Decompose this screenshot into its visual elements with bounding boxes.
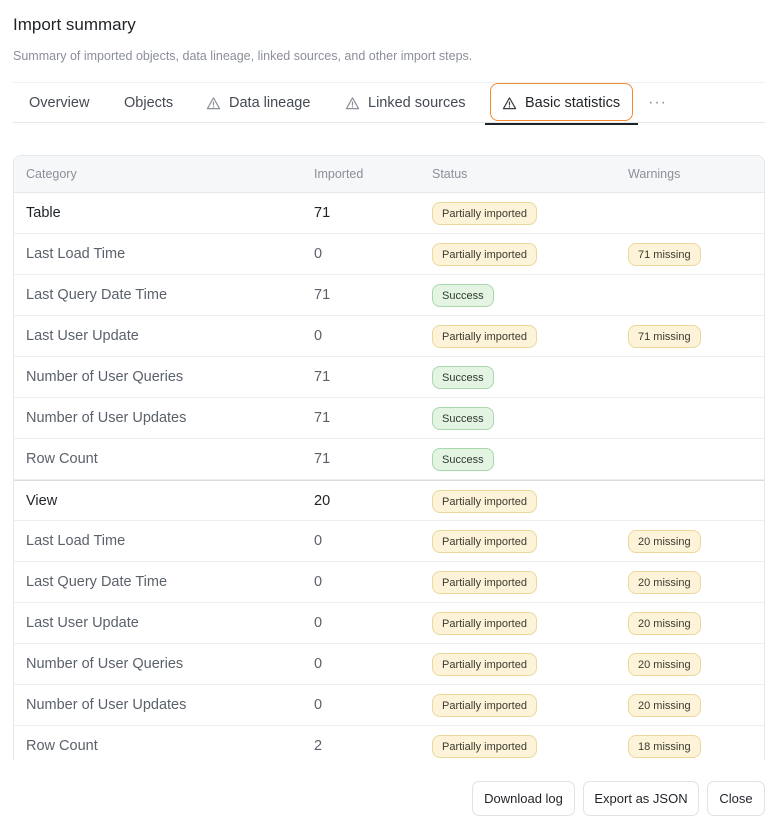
more-tabs-button[interactable]: ··· bbox=[648, 83, 667, 123]
table-body: Table 71 Partially imported Last Load Time 0… bbox=[14, 193, 764, 760]
imported-cell: 0 bbox=[314, 533, 323, 549]
status-badge: Partially imported bbox=[432, 530, 537, 553]
table-row: Last Query Date Time 71 Success bbox=[14, 275, 764, 316]
category-cell: Last Query Date Time bbox=[26, 574, 168, 590]
tab-linked-sources[interactable]: Linked sources bbox=[345, 83, 466, 123]
warning-badge: 18 missing bbox=[628, 735, 701, 758]
category-cell: Row Count bbox=[26, 451, 98, 467]
warning-badge: 71 missing bbox=[628, 325, 701, 348]
column-header-warnings[interactable]: Warnings bbox=[628, 167, 680, 181]
table-group-row: Table 71 Partially imported bbox=[14, 193, 764, 234]
export-json-button[interactable]: Export as JSON bbox=[583, 781, 699, 816]
status-badge: Partially imported bbox=[432, 571, 537, 594]
table-row: Last User Update 0 Partially imported 20 mi… bbox=[14, 603, 764, 644]
column-header-imported[interactable]: Imported bbox=[314, 167, 363, 181]
table-row: Last Query Date Time 0 Partially imported 2… bbox=[14, 562, 764, 603]
status-badge: Partially imported bbox=[432, 202, 537, 225]
dialog-subtitle: Summary of imported objects, data lineag… bbox=[13, 49, 473, 63]
warning-badge: 20 missing bbox=[628, 530, 701, 553]
imported-cell: 0 bbox=[314, 615, 323, 631]
more-icon: ··· bbox=[648, 94, 667, 111]
imported-cell: 71 bbox=[314, 287, 331, 303]
table-row: Row Count 71 Success bbox=[14, 439, 764, 480]
status-badge: Success bbox=[432, 448, 494, 471]
table-row: Number of User Updates 0 Partially importe… bbox=[14, 685, 764, 726]
table-row: Number of User Updates 71 Success bbox=[14, 398, 764, 439]
imported-cell: 0 bbox=[314, 328, 323, 344]
status-badge: Partially imported bbox=[432, 490, 537, 513]
category-cell: Last Query Date Time bbox=[26, 287, 168, 303]
table-row: Number of User Queries 0 Partially importe… bbox=[14, 644, 764, 685]
status-badge: Partially imported bbox=[432, 325, 537, 348]
status-badge: Success bbox=[432, 284, 494, 307]
imported-cell: 0 bbox=[314, 656, 323, 672]
column-header-status[interactable]: Status bbox=[432, 167, 467, 181]
table-row: Last Load Time 0 Partially imported 20 miss… bbox=[14, 521, 764, 562]
table-group-row: View 20 Partially imported bbox=[14, 480, 764, 521]
category-cell: Number of User Queries bbox=[26, 656, 184, 672]
warning-badge: 20 missing bbox=[628, 694, 701, 717]
warning-badge: 71 missing bbox=[628, 243, 701, 266]
category-cell: Row Count bbox=[26, 738, 98, 754]
column-header-category[interactable]: Category bbox=[26, 167, 77, 181]
warning-icon bbox=[206, 96, 221, 109]
tab-objects[interactable]: Objects bbox=[124, 83, 173, 123]
active-tab-indicator bbox=[485, 123, 638, 125]
status-badge: Partially imported bbox=[432, 735, 537, 758]
category-cell: Last User Update bbox=[26, 328, 139, 344]
table-row: Last Load Time 0 Partially imported 71 miss… bbox=[14, 234, 764, 275]
tab-label: Data lineage bbox=[229, 95, 311, 111]
imported-cell: 71 bbox=[314, 451, 331, 467]
status-badge: Success bbox=[432, 407, 494, 430]
tab-label: Overview bbox=[29, 95, 90, 111]
status-badge: Partially imported bbox=[432, 243, 537, 266]
status-badge: Partially imported bbox=[432, 694, 537, 717]
tab-label: Objects bbox=[124, 95, 174, 111]
table-row: Row Count 2 Partially imported 18 missing bbox=[14, 726, 764, 760]
category-cell: Number of User Updates bbox=[26, 697, 187, 713]
focus-ring bbox=[490, 83, 633, 121]
status-badge: Partially imported bbox=[432, 653, 537, 676]
table-row: Number of User Queries 71 Success bbox=[14, 357, 764, 398]
statistics-table: Category Imported Status Warnings Table 7… bbox=[13, 155, 765, 760]
imported-cell: 0 bbox=[314, 574, 323, 590]
imported-cell: 71 bbox=[314, 410, 331, 426]
category-cell: Last User Update bbox=[26, 615, 139, 631]
imported-cell: 2 bbox=[314, 738, 323, 754]
status-badge: Partially imported bbox=[432, 612, 537, 635]
tab-label: Linked sources bbox=[368, 95, 466, 111]
dialog-title: Import summary bbox=[13, 15, 136, 34]
table-row: Last User Update 0 Partially imported 71 mi… bbox=[14, 316, 764, 357]
imported-cell: 0 bbox=[314, 246, 323, 262]
tab-overview[interactable]: Overview bbox=[29, 83, 89, 123]
category-cell: Number of User Queries bbox=[26, 369, 184, 385]
imported-cell: 71 bbox=[314, 369, 331, 385]
close-button[interactable]: Close bbox=[707, 781, 765, 816]
tab-basic-statistics[interactable]: Basic statistics bbox=[485, 83, 638, 125]
warning-badge: 20 missing bbox=[628, 571, 701, 594]
imported-cell: 20 bbox=[314, 493, 331, 509]
warning-badge: 20 missing bbox=[628, 653, 701, 676]
download-log-button[interactable]: Download log bbox=[472, 781, 575, 816]
imported-cell: 71 bbox=[314, 205, 331, 221]
category-cell: Last Load Time bbox=[26, 533, 126, 549]
warning-badge: 20 missing bbox=[628, 612, 701, 635]
tab-bar: Overview Objects Data lineage Linked sou… bbox=[13, 82, 765, 125]
category-cell: View bbox=[26, 493, 58, 509]
category-cell: Number of User Updates bbox=[26, 410, 187, 426]
table-header: Category Imported Status Warnings bbox=[14, 156, 764, 193]
category-cell: Table bbox=[26, 205, 61, 221]
category-cell: Last Load Time bbox=[26, 246, 126, 262]
tab-data-lineage[interactable]: Data lineage bbox=[206, 83, 310, 123]
warning-icon bbox=[345, 96, 360, 109]
imported-cell: 0 bbox=[314, 697, 323, 713]
status-badge: Success bbox=[432, 366, 494, 389]
